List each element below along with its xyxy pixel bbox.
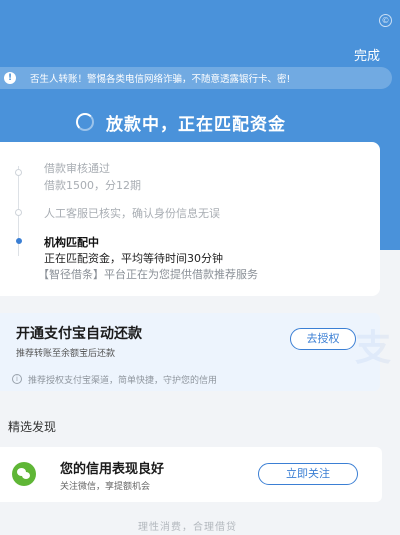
timeline-step-1-title: 借款审核通过 xyxy=(44,162,110,175)
copyright-icon: © xyxy=(379,14,392,27)
timeline-dot-step-3-active xyxy=(16,238,22,244)
status-bar xyxy=(0,0,400,12)
wechat-follow-card[interactable]: 您的信用表现良好 关注微信，享提额机会 立即关注 xyxy=(0,447,382,502)
wechat-title: 您的信用表现良好 xyxy=(60,462,165,477)
follow-now-button[interactable]: 立即关注 xyxy=(258,463,358,485)
discover-section-title: 精选发现 xyxy=(8,420,57,434)
wechat-subtitle: 关注微信，享提额机会 xyxy=(60,482,151,492)
alipay-subtitle: 推荐转账至余额宝后还款 xyxy=(16,349,116,359)
alipay-tip: 推荐授权支付宝渠道，简单快捷，守护您的信用 xyxy=(28,376,218,386)
warning-icon: ! xyxy=(4,72,16,84)
timeline-step-3-title: 机构匹配中 xyxy=(44,236,99,249)
done-button[interactable]: 完成 xyxy=(354,45,380,64)
timeline-step-3-detail: 正在匹配资金，平均等待时间30分钟 xyxy=(44,252,223,265)
fraud-notice-text: 否生人转账！警惕各类电信网络诈骗，不随意透露银行卡、密! xyxy=(30,74,291,85)
alipay-autopay-card: 支 开通支付宝自动还款 推荐转账至余额宝后还款 去授权 i 推荐授权支付宝渠道，… xyxy=(0,313,391,391)
loan-status-header: 放款中，正在匹配资金 xyxy=(0,110,400,135)
timeline-dot-step-2 xyxy=(15,209,22,216)
authorize-button[interactable]: 去授权 xyxy=(290,328,356,350)
wechat-icon xyxy=(12,462,36,486)
footer-slogan: 理性消费，合理借贷 xyxy=(138,522,237,533)
alipay-watermark: 支 xyxy=(355,328,392,369)
loan-status-title: 放款中，正在匹配资金 xyxy=(106,115,286,135)
progress-timeline-card: 借款审核通过 借款1500，分12期 人工客服已核实，确认身份信息无误 机构匹配… xyxy=(0,142,380,296)
spinner-icon xyxy=(76,113,94,131)
alipay-title: 开通支付宝自动还款 xyxy=(16,326,142,342)
fraud-notice-banner: ! 否生人转账！警惕各类电信网络诈骗，不随意透露银行卡、密! xyxy=(0,67,392,89)
info-icon: i xyxy=(12,374,22,384)
timeline-step-3-note: 【智径借条】平台正在为您提供借款推荐服务 xyxy=(38,268,258,281)
timeline-step-2-title: 人工客服已核实，确认身份信息无误 xyxy=(44,207,220,220)
timeline-dot-step-1 xyxy=(15,169,22,176)
timeline-step-1-detail: 借款1500，分12期 xyxy=(44,179,141,192)
